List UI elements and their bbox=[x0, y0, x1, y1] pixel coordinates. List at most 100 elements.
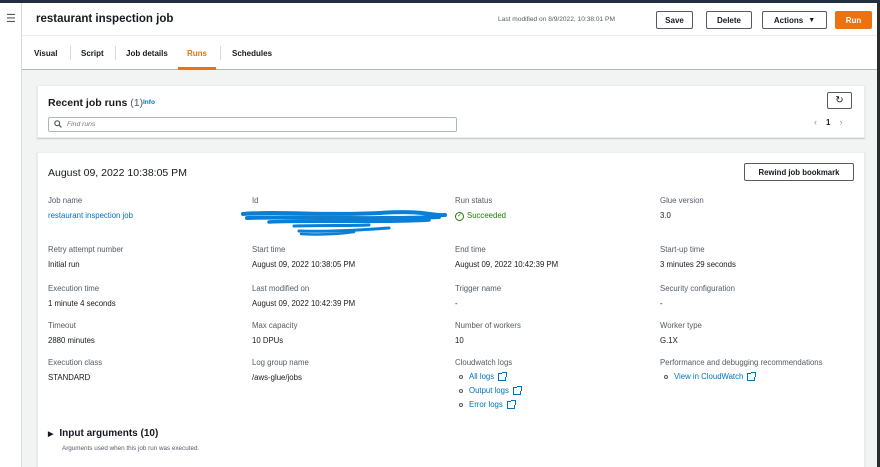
field-worker-type: Worker type G.1X bbox=[660, 321, 850, 346]
link-text: View in CloudWatch bbox=[674, 372, 744, 381]
field-timeout: Timeout 2880 minutes bbox=[48, 321, 238, 346]
run-date-heading: August 09, 2022 10:38:05 PM bbox=[48, 167, 187, 179]
refresh-icon: ↻ bbox=[835, 95, 844, 106]
output-logs-link[interactable]: Output logs bbox=[455, 386, 645, 396]
field-value: Initial run bbox=[48, 260, 80, 269]
field-value: August 09, 2022 10:42:39 PM bbox=[252, 299, 356, 308]
recent-runs-count: (1) bbox=[130, 97, 144, 109]
field-execution-class: Execution class STANDARD bbox=[48, 358, 238, 383]
rewind-job-bookmark-button[interactable]: Rewind job bookmark bbox=[744, 163, 854, 181]
field-last-modified: Last modified on August 09, 2022 10:42:3… bbox=[252, 284, 442, 309]
field-label: Max capacity bbox=[252, 321, 298, 330]
caret-right-icon: ▶ bbox=[48, 430, 54, 438]
actions-dropdown-button[interactable]: Actions ▼ bbox=[762, 11, 827, 29]
all-logs-link[interactable]: All logs bbox=[455, 372, 645, 382]
field-value: /aws-glue/jobs bbox=[252, 373, 302, 382]
performance-links-list: View in CloudWatch bbox=[660, 372, 860, 382]
menu-icon[interactable]: ☰ bbox=[6, 12, 16, 25]
link-text: All logs bbox=[469, 372, 495, 381]
field-trigger-name: Trigger name - bbox=[455, 284, 645, 309]
job-name-link[interactable]: restaurant inspection job bbox=[48, 211, 238, 221]
tab-divider bbox=[70, 46, 71, 60]
field-security-configuration: Security configuration - bbox=[660, 284, 850, 309]
last-modified-text: Last modified on 8/9/2022, 10:38:01 PM bbox=[498, 16, 615, 23]
field-label: Timeout bbox=[48, 321, 76, 330]
field-id: Id bbox=[252, 196, 442, 206]
field-max-capacity: Max capacity 10 DPUs bbox=[252, 321, 442, 346]
save-button[interactable]: Save bbox=[656, 11, 693, 29]
field-label: Glue version bbox=[660, 196, 704, 205]
field-value: 10 DPUs bbox=[252, 336, 284, 345]
input-arguments-title: Input arguments (10) bbox=[59, 428, 159, 439]
bullet-icon bbox=[459, 375, 463, 379]
field-value: 3.0 bbox=[660, 211, 671, 220]
field-number-of-workers: Number of workers 10 bbox=[455, 321, 645, 346]
view-in-cloudwatch-link[interactable]: View in CloudWatch bbox=[660, 372, 860, 382]
job-title: restaurant inspection job bbox=[36, 13, 174, 25]
tab-schedules[interactable]: Schedules bbox=[232, 36, 272, 70]
field-label: Worker type bbox=[660, 321, 702, 330]
caret-down-icon: ▼ bbox=[808, 16, 816, 24]
tab-runs[interactable]: Runs bbox=[178, 36, 216, 70]
field-start-time: Start time August 09, 2022 10:38:05 PM bbox=[252, 245, 442, 270]
field-value: - bbox=[660, 299, 663, 308]
search-icon bbox=[54, 120, 62, 130]
field-cloudwatch-logs: Cloudwatch logs All logs Output logs Err… bbox=[455, 358, 645, 414]
field-execution-time: Execution time 1 minute 4 seconds bbox=[48, 284, 238, 309]
tab-script[interactable]: Script bbox=[81, 36, 104, 70]
field-startup-time: Start-up time 3 minutes 29 seconds bbox=[660, 245, 850, 270]
field-performance-recommendations: Performance and debugging recommendation… bbox=[660, 358, 860, 386]
field-label: Execution time bbox=[48, 284, 100, 293]
page-number[interactable]: 1 bbox=[826, 118, 830, 127]
field-label: Cloudwatch logs bbox=[455, 358, 513, 367]
field-label: Run status bbox=[455, 196, 493, 205]
external-link-icon bbox=[506, 400, 516, 409]
field-label: End time bbox=[455, 245, 486, 254]
field-value: August 09, 2022 10:38:05 PM bbox=[252, 260, 356, 269]
link-text: Output logs bbox=[469, 386, 509, 395]
link-text: Error logs bbox=[469, 400, 503, 409]
field-label: Execution class bbox=[48, 358, 103, 367]
chevron-right-icon[interactable]: › bbox=[839, 117, 842, 127]
tab-bar: Visual Script Job details Runs Schedules bbox=[22, 36, 877, 70]
field-run-status: Run status ✓ Succeeded bbox=[455, 196, 645, 221]
error-logs-link[interactable]: Error logs bbox=[455, 400, 645, 410]
field-value: G.1X bbox=[660, 336, 678, 345]
field-label: Security configuration bbox=[660, 284, 735, 293]
field-retry-attempt: Retry attempt number Initial run bbox=[48, 245, 238, 270]
side-navigation-rail: ☰ bbox=[0, 3, 22, 467]
recent-job-runs-panel: Recent job runs (1) Info ↻ ‹ 1 › bbox=[37, 85, 865, 138]
run-status-text: Succeeded bbox=[467, 211, 507, 220]
field-value: August 09, 2022 10:42:39 PM bbox=[455, 260, 559, 269]
pagination: ‹ 1 › bbox=[814, 117, 842, 127]
delete-button[interactable]: Delete bbox=[706, 11, 752, 29]
job-run-details-panel: August 09, 2022 10:38:05 PM Rewind job b… bbox=[37, 152, 865, 467]
field-label: Log group name bbox=[252, 358, 309, 367]
chevron-left-icon[interactable]: ‹ bbox=[814, 117, 817, 127]
field-value: 2880 minutes bbox=[48, 336, 95, 345]
tab-visual[interactable]: Visual bbox=[34, 36, 57, 70]
field-label: Retry attempt number bbox=[48, 245, 124, 254]
find-runs-search[interactable] bbox=[48, 117, 457, 132]
input-arguments-toggle[interactable]: ▶ Input arguments (10) bbox=[48, 428, 158, 439]
tab-job-details[interactable]: Job details bbox=[126, 36, 168, 70]
field-label: Start-up time bbox=[660, 245, 705, 254]
refresh-button[interactable]: ↻ bbox=[827, 92, 852, 109]
run-button[interactable]: Run bbox=[835, 11, 872, 29]
info-link[interactable]: Info bbox=[143, 99, 155, 106]
recent-runs-title: Recent job runs bbox=[48, 97, 128, 109]
field-label: Number of workers bbox=[455, 321, 521, 330]
external-link-icon bbox=[747, 372, 757, 381]
field-label: Job name bbox=[48, 196, 83, 205]
field-glue-version: Glue version 3.0 bbox=[660, 196, 850, 221]
input-arguments-description: Arguments used when this job run was exe… bbox=[62, 445, 200, 452]
field-value: 1 minute 4 seconds bbox=[48, 299, 116, 308]
field-job-name: Job name restaurant inspection job bbox=[48, 196, 238, 221]
bullet-icon bbox=[459, 389, 463, 393]
field-value: 10 bbox=[455, 336, 464, 345]
field-label: Start time bbox=[252, 245, 286, 254]
field-label: Trigger name bbox=[455, 284, 502, 293]
bullet-icon bbox=[664, 375, 668, 379]
search-input[interactable] bbox=[67, 119, 447, 130]
tab-divider bbox=[115, 46, 116, 60]
